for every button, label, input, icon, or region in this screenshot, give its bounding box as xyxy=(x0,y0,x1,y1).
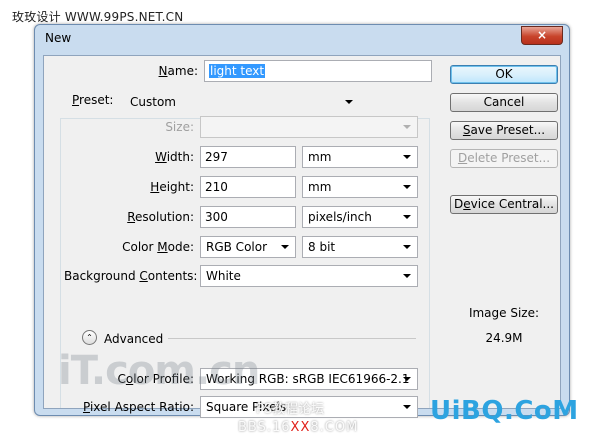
chevron-down-icon xyxy=(281,245,289,249)
delete-preset-button[interactable]: Delete Preset... xyxy=(450,149,558,168)
chevron-up-icon: ⌃ xyxy=(86,333,93,342)
resolution-unit-select[interactable]: pixels/inch xyxy=(302,206,418,228)
chevron-down-icon xyxy=(403,377,411,381)
save-preset-button[interactable]: Save Preset... xyxy=(450,121,558,140)
image-size-label: Image Size: xyxy=(468,306,540,320)
chevron-down-icon xyxy=(403,274,411,278)
preset-select[interactable]: Custom xyxy=(124,91,360,113)
height-label: Height: xyxy=(150,180,194,194)
chevron-down-icon xyxy=(403,405,411,409)
cancel-button[interactable]: Cancel xyxy=(450,93,558,112)
advanced-divider xyxy=(168,338,416,339)
background-contents-label: Background Contents: xyxy=(64,269,198,283)
close-icon: × xyxy=(536,28,548,42)
chevron-down-icon xyxy=(403,155,411,159)
name-input[interactable]: light text xyxy=(204,60,432,82)
resolution-input[interactable]: 300 xyxy=(200,206,296,228)
advanced-toggle-button[interactable]: ⌃ xyxy=(82,330,97,345)
chevron-down-icon xyxy=(403,215,411,219)
background-contents-select[interactable]: White xyxy=(200,265,418,287)
advanced-label: Advanced xyxy=(104,332,164,346)
name-label: Name: xyxy=(158,64,198,78)
ps-forum-watermark: PS教程论坛 xyxy=(256,402,325,417)
chevron-down-icon xyxy=(403,185,411,189)
color-mode-label: Color Mode: xyxy=(122,240,194,254)
size-label: Size: xyxy=(165,120,194,134)
width-input[interactable]: 297 xyxy=(200,146,296,168)
bit-depth-select[interactable]: 8 bit xyxy=(302,236,418,258)
chevron-down-icon xyxy=(403,245,411,249)
site-watermark-top: 玫玫设计 WWW.99PS.NET.CN xyxy=(12,10,184,24)
ok-button[interactable]: OK xyxy=(450,65,558,84)
color-mode-select[interactable]: RGB Color xyxy=(200,236,296,258)
resolution-label: Resolution: xyxy=(127,210,194,224)
width-label: Width: xyxy=(155,150,194,164)
pixel-aspect-ratio-label: Pixel Aspect Ratio: xyxy=(82,400,194,414)
name-input-value: light text xyxy=(209,64,266,78)
uibq-logo: UiBQ.CoM xyxy=(430,396,579,426)
dialog-title: New xyxy=(45,31,72,45)
size-select[interactable] xyxy=(200,116,418,138)
chevron-down-icon xyxy=(403,125,411,129)
chevron-down-icon xyxy=(345,100,353,104)
height-input[interactable]: 210 xyxy=(200,176,296,198)
device-central-button[interactable]: Device Central... xyxy=(450,195,558,214)
width-unit-select[interactable]: mm xyxy=(302,146,418,168)
preset-label: Preset: xyxy=(70,93,122,107)
close-button[interactable]: × xyxy=(521,26,563,45)
image-size-value: 24.9M xyxy=(485,331,523,345)
title-bar[interactable]: New × xyxy=(35,25,569,53)
bbs-watermark: BBS.16XX8.COM xyxy=(238,420,359,435)
height-unit-select[interactable]: mm xyxy=(302,176,418,198)
itcom-watermark: iT.com.cn xyxy=(58,348,260,394)
